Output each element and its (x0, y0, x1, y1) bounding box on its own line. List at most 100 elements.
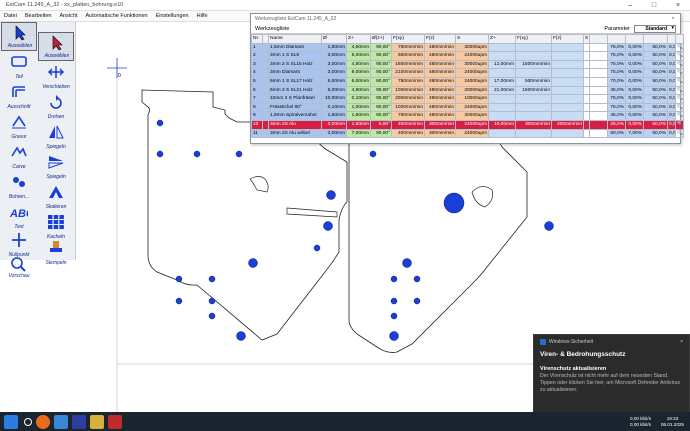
col-fxy-2[interactable]: F(xy) (515, 34, 552, 44)
tool-table-row[interactable]: 5 6mm 1 S SL17 Holz 6,00mm 6,00mm 90,00° 750m… (251, 76, 684, 87)
start-icon[interactable] (4, 414, 18, 429)
cell-value: 20000upm (455, 85, 489, 96)
col-pct-2[interactable] (607, 34, 626, 44)
explorer-icon[interactable] (54, 414, 68, 429)
estcam-icon[interactable] (72, 414, 86, 429)
cell-value (551, 102, 584, 113)
menu-ansicht[interactable]: Ansicht (59, 13, 77, 19)
tool-spiegeln-h[interactable]: Spiegeln (38, 122, 74, 151)
col-fxy[interactable]: F(xy) (391, 34, 425, 44)
magnify-icon[interactable]: 🔍 (675, 42, 684, 53)
tool-ausschnitt[interactable]: Ausschnitt (1, 82, 37, 111)
cell-value: 480mm/min (424, 85, 456, 96)
cell-spacer (589, 51, 608, 61)
part-left-triangle-cutout (249, 176, 269, 193)
tool-kacheln[interactable]: Kacheln (38, 212, 74, 241)
close-icon[interactable]: × (680, 339, 683, 345)
col-z-plus[interactable]: Z+ (346, 34, 371, 44)
tool-gravur[interactable]: Gravur (1, 112, 37, 141)
tool-table-row[interactable]: 3 3mm 2 S SL15 Holz 3,00mm 4,80mm 90,00° 1800… (251, 59, 684, 70)
tool-table-row[interactable]: 8 Frässtichel 90° 0,10mm 1,00mm 90,00° 1000mm… (251, 102, 684, 113)
tool-spiegeln-v[interactable]: Spiegeln (38, 152, 74, 181)
magnify-icon[interactable]: 🔍 (675, 128, 684, 139)
cell-value: 0,00mm (667, 102, 676, 113)
parameter-select[interactable]: Standard (634, 24, 676, 33)
col-pct-3[interactable] (625, 34, 644, 44)
cutout-icon (12, 86, 25, 97)
tool-vorschau[interactable]: Vorschau (1, 254, 37, 280)
firefox-icon[interactable] (36, 414, 50, 429)
drill-hole (175, 297, 183, 305)
tool-verschieben[interactable]: Verschieben (38, 62, 74, 91)
tool-stempeln[interactable]: Stempeln (38, 238, 74, 267)
minimize-icon[interactable]: – (618, 2, 642, 9)
tool-table-row[interactable]: 7 10mm 3 S Planfräser 10,00mm 0,10mm 90,00° 2… (251, 94, 684, 104)
tool-table-row[interactable]: 6 6mm 2 S SL21 Holz 6,00mm 4,80mm 90,00° 1000… (251, 85, 684, 96)
cell-value: 6,00mm (321, 85, 347, 96)
carve-icon (11, 146, 27, 157)
cell-value: 30000upm (455, 111, 489, 121)
maximize-icon[interactable]: □ (642, 2, 666, 9)
search-icon[interactable] (24, 417, 32, 426)
col-angle[interactable]: Ø(z+) (370, 34, 392, 44)
tool-table-row[interactable]: 2 3mm 1 S SL9 3,00mm 6,00mm 90,00° 600mm/min 4… (251, 51, 684, 61)
tool-select-right[interactable]: Auswählen (38, 32, 74, 61)
security-notification[interactable]: Windows-Sicherheit × Viren- & Bedrohungs… (533, 334, 690, 414)
tool-table-row[interactable]: 9 1,5mm Spiralverzahnt 1,50mm 1,50mm 90,00° 7… (251, 111, 684, 121)
col-s[interactable]: S (455, 34, 489, 44)
magnify-icon[interactable]: 🔍 (675, 68, 684, 78)
col-offset[interactable] (643, 34, 668, 44)
close-icon[interactable]: × (666, 14, 680, 24)
col-diameter[interactable]: Ø (321, 34, 347, 44)
col-z-plus-2[interactable]: Z+ (488, 34, 516, 44)
col-fz-2[interactable]: F(z) (551, 34, 584, 44)
menu-bearbeiten[interactable]: Bearbeiten (25, 13, 52, 19)
tool-drehen[interactable]: Drehen (38, 92, 74, 121)
tool-teil[interactable]: Teil (1, 52, 37, 81)
cell-value: 90,00° (370, 51, 392, 61)
magnify-icon[interactable]: 🔍 (675, 94, 684, 104)
col-name[interactable]: Name (268, 34, 322, 44)
magnify-icon[interactable]: 🔍 (675, 76, 684, 87)
tool-bohren[interactable]: Bohren... (1, 172, 37, 201)
col-pct-1[interactable] (589, 34, 608, 44)
clock[interactable]: 19:33 06.01.2025 (661, 416, 684, 428)
cell-value: 0,00mm (667, 59, 676, 70)
cell-value: 3mm 2S Alu (268, 119, 322, 130)
tool-select-left[interactable]: Auswählen (1, 22, 37, 51)
magnify-icon[interactable]: 🔍 (675, 85, 684, 96)
menu-automatische-funktionen[interactable]: Automatische Funktionen (86, 13, 148, 19)
rotate-icon (50, 95, 62, 109)
tool-carve[interactable]: Carve (1, 142, 37, 171)
menu-datei[interactable]: Datei (4, 13, 17, 19)
col-fz[interactable]: F(z) (424, 34, 456, 44)
tool-table-row[interactable]: 1 1,5mm Diamant 1,50mm 4,50mm 90,00° 750mm/mi… (251, 42, 684, 53)
magnify-icon[interactable]: 🔍 (675, 119, 684, 130)
cell-spacer (589, 111, 608, 121)
select-arrow-icon (15, 25, 26, 41)
tool-skalieren[interactable]: Skalieren (38, 182, 74, 211)
cell-value: 9,00mm (346, 68, 371, 78)
close-icon[interactable]: × (666, 2, 690, 9)
drill-hole (413, 297, 421, 305)
menu-einstellungen[interactable]: Einstellungen (156, 13, 189, 19)
cell-value: 90,00° (370, 59, 392, 70)
cell-nr: 1 (251, 42, 263, 53)
tool-palette: Auswählen Auswählen Teil Verschieben Aus… (0, 22, 76, 279)
tool-table-row[interactable]: 11 3mm 2S Alu wirbel 3,00mm 7,00mm 90,00° 400… (251, 128, 684, 139)
select-arrow-icon (52, 35, 63, 51)
magnify-icon[interactable]: 🔍 (675, 59, 684, 70)
magnify-icon[interactable]: 🔍 (675, 51, 684, 61)
col-nr[interactable]: Nr. (251, 34, 263, 44)
tool-text[interactable]: ABC Text (1, 202, 37, 231)
notification-title: Virenschutz aktualisieren (540, 366, 607, 372)
menu-hilfe[interactable]: Hilfe (197, 13, 208, 19)
cell-value: 50,0% (643, 76, 668, 87)
tool-table-row[interactable]: 10 3mm 2S Alu 3,00mm 1,50mm 5,00° 400mm/min 30… (251, 119, 684, 130)
files-icon[interactable] (90, 414, 104, 429)
cell-value: 75,0% (607, 94, 626, 104)
app-icon[interactable] (108, 414, 122, 429)
magnify-icon[interactable]: 🔍 (675, 111, 684, 121)
magnify-icon[interactable]: 🔍 (675, 102, 684, 113)
tool-table-row[interactable]: 4 3mm Diamant 3,00mm 9,00mm 90,00° 2100mm/min… (251, 68, 684, 78)
